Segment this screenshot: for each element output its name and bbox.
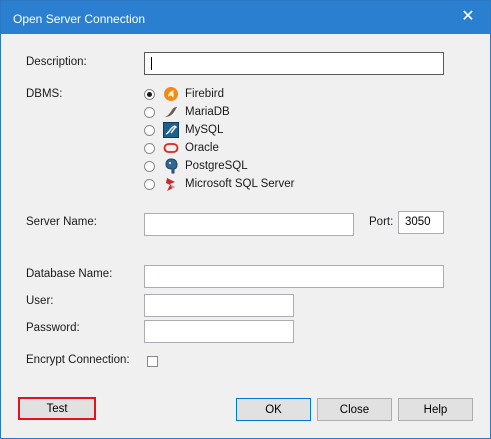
- dialog-body: Description: DBMS: Firebird MariaDB MySQ…: [1, 34, 490, 438]
- firebird-icon: [163, 86, 179, 102]
- dbms-option-mysql[interactable]: MySQL: [144, 121, 223, 139]
- close-icon[interactable]: ✕: [454, 4, 482, 28]
- dbms-option-postgresql[interactable]: PostgreSQL: [144, 157, 248, 175]
- ok-button[interactable]: OK: [236, 398, 311, 421]
- mariadb-icon: [163, 104, 179, 120]
- database-name-label: Database Name:: [26, 268, 113, 280]
- help-button[interactable]: Help: [398, 398, 473, 421]
- password-input[interactable]: [144, 320, 294, 343]
- dbms-label: DBMS:: [26, 88, 63, 100]
- dialog-window: Open Server Connection ✕ Description: DB…: [0, 0, 491, 439]
- radio-button[interactable]: [144, 178, 155, 190]
- encrypt-connection-checkbox[interactable]: [147, 356, 158, 367]
- user-label: User:: [26, 295, 54, 307]
- description-label: Description:: [26, 56, 87, 68]
- text-caret: [151, 57, 152, 70]
- port-input[interactable]: 3050: [398, 211, 444, 234]
- title-bar[interactable]: Open Server Connection ✕: [1, 1, 490, 34]
- radio-button-selected[interactable]: [144, 88, 155, 100]
- dbms-option-mariadb[interactable]: MariaDB: [144, 103, 230, 121]
- description-input[interactable]: [144, 52, 444, 75]
- postgresql-icon: [163, 158, 179, 174]
- port-label: Port:: [369, 216, 394, 228]
- test-button[interactable]: Test: [18, 397, 96, 420]
- user-input[interactable]: [144, 294, 294, 317]
- encrypt-connection-label: Encrypt Connection:: [26, 354, 130, 366]
- database-name-input[interactable]: [144, 265, 444, 288]
- dbms-option-sqlserver[interactable]: Microsoft SQL Server: [144, 175, 295, 193]
- server-name-input[interactable]: [144, 213, 354, 236]
- radio-button[interactable]: [144, 124, 155, 136]
- server-name-label: Server Name:: [26, 216, 97, 228]
- oracle-icon: [163, 140, 179, 156]
- close-button[interactable]: Close: [317, 398, 392, 421]
- password-label: Password:: [26, 322, 80, 334]
- radio-button[interactable]: [144, 142, 155, 154]
- sqlserver-icon: [163, 176, 179, 192]
- dialog-title: Open Server Connection: [13, 12, 146, 26]
- radio-button[interactable]: [144, 160, 155, 172]
- mysql-icon: [163, 122, 179, 138]
- dbms-option-firebird[interactable]: Firebird: [144, 85, 224, 103]
- dbms-option-oracle[interactable]: Oracle: [144, 139, 219, 157]
- radio-button[interactable]: [144, 106, 155, 118]
